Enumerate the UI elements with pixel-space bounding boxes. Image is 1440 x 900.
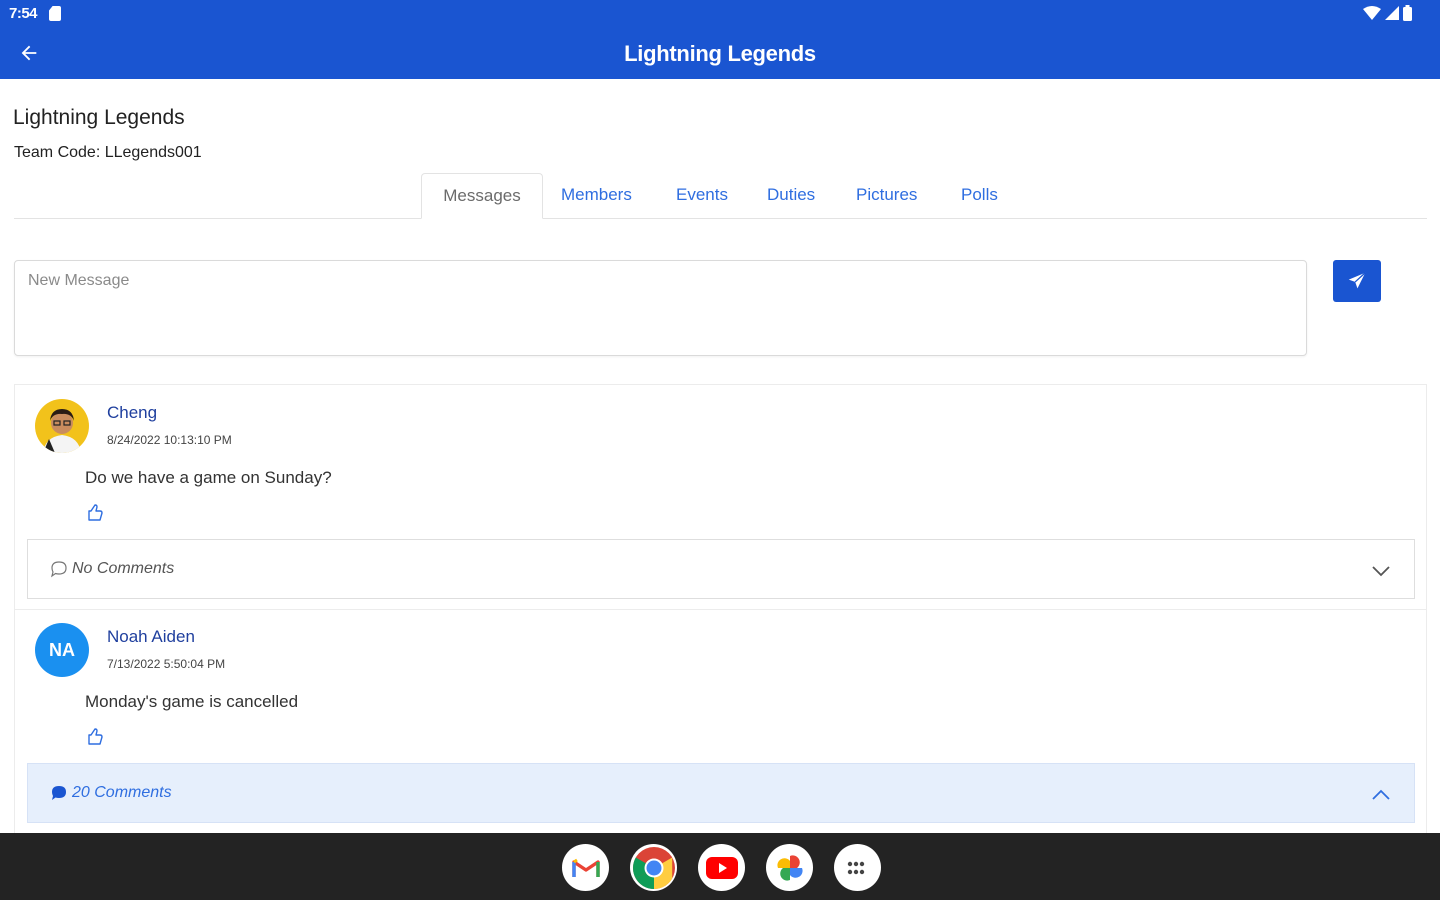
sd-card-icon: [49, 6, 61, 21]
message-card: NA Noah Aiden 7/13/2022 5:50:04 PM Monda…: [15, 610, 1426, 834]
timestamp: 8/24/2022 10:13:10 PM: [107, 433, 232, 447]
like-button[interactable]: [85, 727, 105, 747]
thumbs-up-icon: [88, 504, 103, 521]
comments-toggle[interactable]: 20 Comments: [27, 763, 1415, 823]
message-card: Cheng 8/24/2022 10:13:10 PM Do we have a…: [15, 385, 1426, 609]
comments-label: No Comments: [72, 560, 175, 577]
app-dock: [562, 844, 881, 891]
gmail-icon[interactable]: [562, 844, 609, 891]
app-bar: Lightning Legends: [0, 28, 1440, 79]
message-text: Do we have a game on Sunday?: [85, 468, 332, 487]
author-name[interactable]: Noah Aiden: [107, 627, 195, 647]
app-title: Lightning Legends: [624, 41, 816, 66]
avatar[interactable]: [35, 399, 89, 453]
send-button[interactable]: [1333, 260, 1381, 302]
author-name[interactable]: Cheng: [107, 403, 157, 423]
message-feed: Cheng 8/24/2022 10:13:10 PM Do we have a…: [14, 384, 1427, 834]
comment-icon: [51, 561, 67, 578]
photos-icon[interactable]: [766, 844, 813, 891]
tab-messages[interactable]: Messages: [421, 173, 543, 219]
timestamp: 7/13/2022 5:50:04 PM: [107, 657, 226, 671]
team-name: Lightning Legends: [13, 106, 185, 129]
app-launcher-icon[interactable]: [834, 844, 881, 891]
chrome-icon[interactable]: [630, 844, 677, 891]
new-message-input[interactable]: [14, 260, 1307, 356]
tab-duties[interactable]: Duties: [767, 185, 815, 205]
comments-toggle[interactable]: No Comments: [27, 539, 1415, 599]
status-icons: [1363, 5, 1412, 21]
chevron-up-icon: [1372, 789, 1390, 800]
status-bar: 7:54: [0, 0, 1440, 28]
send-icon: [1348, 272, 1366, 289]
comments-label: 20 Comments: [72, 784, 172, 801]
taskbar: [0, 833, 1440, 900]
tab-members[interactable]: Members: [561, 185, 632, 205]
tab-pictures[interactable]: Pictures: [856, 185, 917, 205]
signal-icon: [1385, 6, 1399, 20]
wifi-icon: [1363, 6, 1381, 20]
thumbs-up-icon: [88, 728, 103, 745]
youtube-icon[interactable]: [698, 844, 745, 891]
tabs-divider: [14, 218, 1427, 219]
like-button[interactable]: [85, 503, 105, 523]
tab-events[interactable]: Events: [676, 185, 728, 205]
battery-icon: [1403, 5, 1412, 21]
chevron-down-icon: [1372, 566, 1390, 577]
user-photo-icon: [35, 399, 89, 453]
message-text: Monday's game is cancelled: [85, 692, 299, 711]
status-time: 7:54: [9, 5, 38, 22]
tab-polls[interactable]: Polls: [961, 185, 998, 205]
team-code: Team Code: LLegends001: [14, 144, 202, 161]
comment-filled-icon: [52, 786, 66, 800]
avatar[interactable]: NA: [35, 623, 89, 677]
